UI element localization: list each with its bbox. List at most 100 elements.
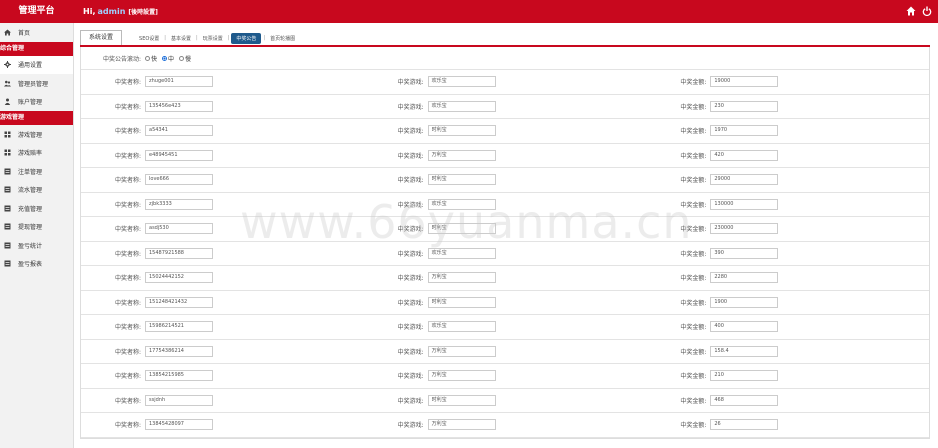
winner-game-input[interactable]: 万利宝 xyxy=(427,370,496,382)
sidebar: 首页 综合管理 通用设置 管理员管理 账户管理 游戏管理 游戏管理 游戏赔率 注单管理 流水管理充… xyxy=(0,23,74,448)
list-icon xyxy=(4,223,11,230)
winner-name-cell: 中奖者称: 13845428097 xyxy=(81,419,364,431)
winner-name-input[interactable]: ssjdnh xyxy=(145,394,213,406)
sub-tab[interactable]: 中奖公告 xyxy=(231,32,262,44)
winner-name-input[interactable]: 15487921588 xyxy=(145,247,213,259)
winner-amount-input[interactable]: 468 xyxy=(710,394,779,406)
winner-amount-cell: 中奖金额: 468 xyxy=(646,394,929,406)
sidebar-item[interactable]: 通用设置 xyxy=(0,55,73,74)
winner-name-input[interactable]: 151248421432 xyxy=(145,296,213,308)
sidebar-item[interactable]: 流水管理 xyxy=(0,181,73,200)
winner-amount-input[interactable]: 26 xyxy=(710,419,779,431)
sidebar-item-label: 游戏管理 xyxy=(18,131,43,139)
sidebar-item[interactable]: 注单管理 xyxy=(0,162,73,181)
table-row: 中奖者称: love666 中奖游戏: 时利宝 中奖金额: 29000 xyxy=(81,168,929,193)
winner-game-label: 中奖游戏: xyxy=(397,79,424,87)
winner-amount-cell: 中奖金额: 210 xyxy=(646,370,929,382)
sidebar-item[interactable]: 首页 xyxy=(0,23,73,42)
sidebar-item[interactable]: 盈亏统计 xyxy=(0,236,73,255)
winner-game-input[interactable]: 万利宝 xyxy=(427,419,496,431)
winner-amount-input[interactable]: 19000 xyxy=(710,76,779,88)
winner-amount-label: 中奖金额: xyxy=(680,275,707,283)
winner-amount-input[interactable]: 390 xyxy=(710,247,779,259)
sidebar-item[interactable]: 充值管理 xyxy=(0,199,73,218)
gear-icon xyxy=(4,61,11,69)
user-name[interactable]: admin xyxy=(97,7,125,16)
winner-name-cell: 中奖者称: 15986214521 xyxy=(81,321,364,333)
winner-game-input[interactable]: 万利宝 xyxy=(427,272,496,284)
winner-name-input[interactable]: love666 xyxy=(145,174,213,186)
winner-game-input[interactable]: 时利宝 xyxy=(427,223,496,235)
radio-dot[interactable] xyxy=(162,55,168,61)
winner-name-input[interactable]: 13845428097 xyxy=(145,419,213,431)
winner-name-input[interactable]: 15024442152 xyxy=(145,272,213,284)
sidebar-item[interactable]: 管理员管理 xyxy=(0,74,73,93)
winner-amount-label: 中奖金额: xyxy=(680,226,707,234)
winner-amount-input[interactable]: 130000 xyxy=(710,198,779,210)
sub-tab[interactable]: 首页轮播图 xyxy=(267,35,298,42)
winner-amount-cell: 中奖金额: 1900 xyxy=(646,296,929,308)
winner-amount-input[interactable]: 1970 xyxy=(710,125,779,137)
winner-name-input[interactable]: zjbk3333 xyxy=(145,198,213,210)
winner-name-input[interactable]: zhuge001 xyxy=(145,76,213,88)
winner-name-input[interactable]: a54341 xyxy=(145,125,213,137)
winner-name-input[interactable]: asdj530 xyxy=(145,223,213,235)
winner-game-input[interactable]: 万利宝 xyxy=(427,345,496,357)
winner-amount-label: 中奖金额: xyxy=(680,397,707,405)
winner-name-input[interactable]: 13854215985 xyxy=(145,370,213,382)
winner-game-input[interactable]: 时利宝 xyxy=(427,174,496,186)
winner-game-input[interactable]: 时利宝 xyxy=(427,296,496,308)
sidebar-item-label: 首页 xyxy=(18,29,31,37)
sub-tab[interactable]: 玩票设置 xyxy=(200,35,226,42)
sidebar-item[interactable]: 游戏赔率 xyxy=(0,144,73,163)
winner-game-cell: 中奖游戏: 欢乐宝 xyxy=(364,100,647,112)
winner-name-input[interactable]: e48945451 xyxy=(145,149,213,161)
sidebar-item[interactable]: 账户管理 xyxy=(0,93,73,112)
winner-game-input[interactable]: 时利宝 xyxy=(427,125,496,137)
winner-game-input[interactable]: 欢乐宝 xyxy=(427,100,496,112)
winner-name-input[interactable]: 135456e423 xyxy=(145,100,213,112)
sub-tab[interactable]: 基本设置 xyxy=(168,35,194,42)
table-row: 中奖者称: 15024442152 中奖游戏: 万利宝 中奖金额: 2280 xyxy=(81,266,929,291)
winner-game-label: 中奖游戏: xyxy=(397,397,424,405)
radio-dot[interactable] xyxy=(179,55,185,61)
winner-game-input[interactable]: 欢乐宝 xyxy=(427,76,496,88)
winner-name-cell: 中奖者称: a54341 xyxy=(81,125,364,137)
radio-dot[interactable] xyxy=(145,55,150,61)
winner-name-label: 中奖者称: xyxy=(114,152,141,160)
tab-system-settings[interactable]: 系统设置 xyxy=(80,30,123,45)
winner-amount-input[interactable]: 158.4 xyxy=(710,345,779,357)
winner-amount-input[interactable]: 210 xyxy=(710,370,779,382)
table-row: 中奖者称: zhuge001 中奖游戏: 欢乐宝 中奖金额: 19000 xyxy=(81,70,929,95)
winner-game-input[interactable]: 万利宝 xyxy=(427,149,496,161)
winner-name-input[interactable]: 17754386214 xyxy=(145,345,213,357)
winner-game-input[interactable]: 欢乐宝 xyxy=(427,321,496,333)
winner-amount-input[interactable]: 400 xyxy=(710,321,779,333)
scroll-speed-radio[interactable]: 快 xyxy=(145,54,157,63)
winner-amount-input[interactable]: 1900 xyxy=(710,296,779,308)
sidebar-item[interactable]: 提现管理 xyxy=(0,218,73,237)
winner-amount-input[interactable]: 29000 xyxy=(710,174,779,186)
winner-amount-input[interactable]: 230000 xyxy=(710,223,779,235)
scroll-speed-radio[interactable]: 中 xyxy=(162,54,174,63)
sidebar-item[interactable]: 游戏管理 xyxy=(0,125,73,144)
sidebar-section-header: 综合管理 xyxy=(0,41,73,56)
winner-name-input[interactable]: 15986214521 xyxy=(145,321,213,333)
winner-game-input[interactable]: 欢乐宝 xyxy=(427,198,496,210)
sub-tab[interactable]: SEO设置 xyxy=(136,35,162,42)
home-icon[interactable] xyxy=(906,6,916,16)
winner-amount-label: 中奖金额: xyxy=(680,422,707,430)
winner-game-input[interactable]: 时利宝 xyxy=(427,394,496,406)
winner-amount-input[interactable]: 420 xyxy=(710,149,779,161)
winner-game-input[interactable]: 欢乐宝 xyxy=(427,247,496,259)
winner-amount-input[interactable]: 2280 xyxy=(710,272,779,284)
sidebar-item[interactable]: 盈亏报表 xyxy=(0,255,73,274)
scroll-speed-radio[interactable]: 慢 xyxy=(179,54,191,63)
winner-amount-input[interactable]: 230 xyxy=(710,100,779,112)
winner-game-label: 中奖游戏: xyxy=(397,299,424,307)
table-row: 中奖者称: 17754386214 中奖游戏: 万利宝 中奖金额: 158.4 xyxy=(81,340,929,364)
sidebar-item-label: 账户管理 xyxy=(18,99,43,107)
winner-amount-cell: 中奖金额: 1970 xyxy=(646,125,929,137)
table-row: 中奖者称: 15487921588 中奖游戏: 欢乐宝 中奖金额: 390 xyxy=(81,242,929,266)
power-icon[interactable] xyxy=(922,6,932,16)
